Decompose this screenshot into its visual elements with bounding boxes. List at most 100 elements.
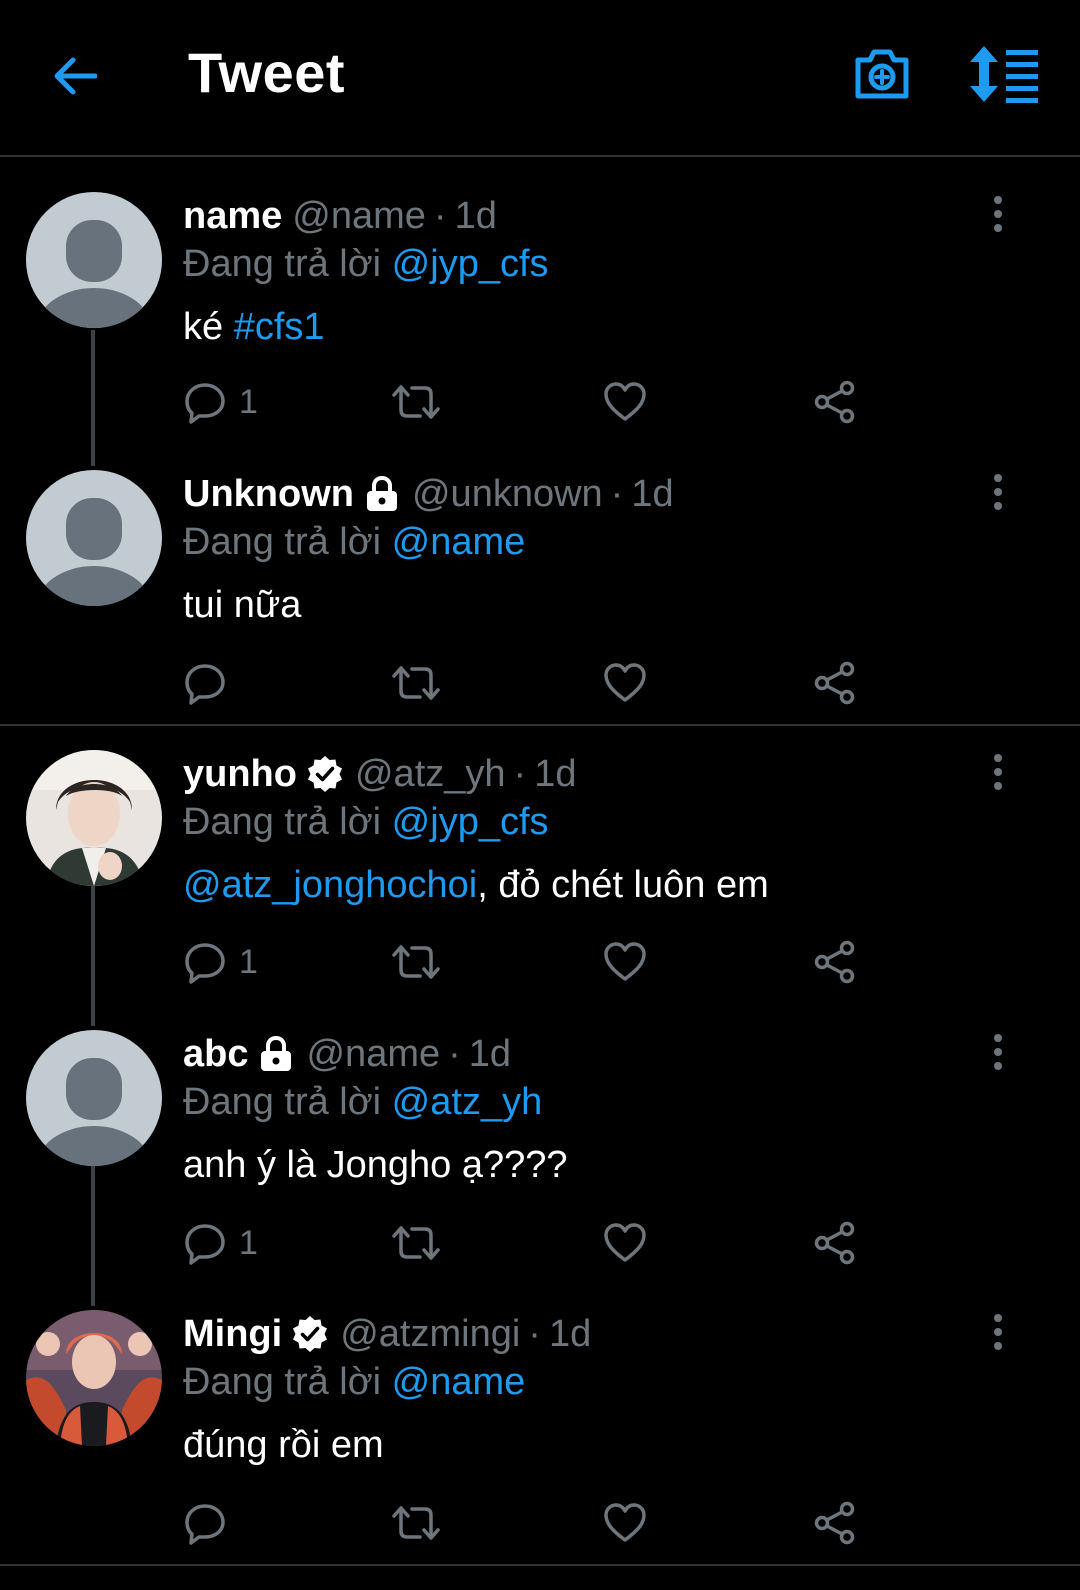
replying-to: Đang trả lời @jyp_cfs xyxy=(183,798,990,846)
profile-photo xyxy=(26,1310,162,1446)
tweet-body: ké xyxy=(183,306,234,348)
more-vertical-icon xyxy=(994,474,1002,510)
share-button[interactable] xyxy=(813,658,857,708)
share-button[interactable] xyxy=(813,937,857,987)
tweet-actions xyxy=(183,1498,883,1548)
avatar[interactable] xyxy=(26,470,162,606)
share-button[interactable] xyxy=(813,1218,857,1268)
tweet-text: anh ý là Jongho ạ???? xyxy=(183,1144,568,1186)
like-button[interactable] xyxy=(603,937,647,987)
more-options-button[interactable] xyxy=(980,1032,1016,1072)
reply-mention[interactable]: @atz_yh xyxy=(392,1081,543,1123)
author-handle: @unknown xyxy=(411,473,603,515)
reply-mention[interactable]: @name xyxy=(392,1361,526,1403)
heart-icon xyxy=(604,942,646,981)
separator-dot: · xyxy=(513,753,527,795)
back-button[interactable] xyxy=(46,48,102,104)
heart-icon xyxy=(604,382,646,421)
author-name[interactable]: Unknown xyxy=(183,470,354,518)
author-name[interactable]: abc xyxy=(183,1030,248,1078)
author-name[interactable]: Mingi xyxy=(183,1310,282,1358)
retweet-button[interactable] xyxy=(390,1218,442,1268)
timestamp[interactable]: 1d xyxy=(455,192,497,240)
share-icon xyxy=(814,1501,855,1545)
retweet-button[interactable] xyxy=(390,658,442,708)
reply-mention[interactable]: @name xyxy=(392,521,526,563)
tweet[interactable]: Mingi @atzmingi · 1d Đang trả lời @name … xyxy=(0,1310,1080,1590)
tweet-text: @atz_jonghochoi, đỏ chét luôn em xyxy=(183,860,990,910)
timestamp[interactable]: 1d xyxy=(534,750,576,798)
timestamp[interactable]: 1d xyxy=(631,470,673,518)
more-options-button[interactable] xyxy=(980,752,1016,792)
avatar[interactable] xyxy=(26,192,162,328)
tweet-text: đúng rồi em xyxy=(183,1424,384,1466)
top-app-bar: Tweet xyxy=(0,0,1080,157)
share-icon xyxy=(814,661,855,705)
more-options-button[interactable] xyxy=(980,194,1016,234)
verified-badge xyxy=(305,754,345,794)
separator-dot: · xyxy=(433,195,447,237)
reply-button[interactable] xyxy=(183,1498,239,1548)
camera-button[interactable] xyxy=(852,44,912,104)
tweet[interactable]: abc @name · 1d Đang trả lời @atz_yh anh … xyxy=(0,1030,1080,1310)
timestamp[interactable]: 1d xyxy=(549,1310,591,1358)
tweet-body: , đỏ chét luôn em xyxy=(477,864,769,906)
author-name[interactable]: name xyxy=(183,192,282,240)
separator-dot: · xyxy=(528,1313,541,1355)
replying-to: Đang trả lời @name xyxy=(183,1358,990,1406)
lock-icon xyxy=(261,1035,292,1071)
reply-button[interactable]: 1 xyxy=(183,1218,258,1268)
more-options-button[interactable] xyxy=(980,472,1016,512)
share-button[interactable] xyxy=(813,377,857,427)
separator-dot: · xyxy=(448,1033,461,1075)
reply-count: 1 xyxy=(239,382,258,421)
profile-photo xyxy=(26,750,162,886)
reply-button[interactable]: 1 xyxy=(183,377,258,427)
protected-badge xyxy=(362,474,402,514)
camera-plus-icon xyxy=(855,49,909,99)
retweet-button[interactable] xyxy=(390,377,442,427)
author-handle: @name xyxy=(306,1033,441,1075)
hashtag-link[interactable]: #cfs1 xyxy=(234,306,325,348)
avatar[interactable] xyxy=(26,1030,162,1166)
default-avatar-icon xyxy=(26,192,162,328)
like-button[interactable] xyxy=(603,1218,647,1268)
reply-icon xyxy=(185,943,225,984)
retweet-button[interactable] xyxy=(390,937,442,987)
tweet[interactable]: name @name · 1d Đang trả lời @jyp_cfs ké… xyxy=(0,192,1080,472)
like-button[interactable] xyxy=(603,658,647,708)
default-avatar-icon xyxy=(26,1030,162,1166)
tweet[interactable]: yunho @atz_yh · 1d Đang trả lời @jyp_cfs… xyxy=(0,750,1080,1030)
reply-count: 1 xyxy=(239,1223,258,1262)
like-button[interactable] xyxy=(603,1498,647,1548)
more-vertical-icon xyxy=(994,754,1002,790)
reply-prefix: Đang trả lời xyxy=(183,801,382,843)
reply-mention[interactable]: @jyp_cfs xyxy=(392,243,549,285)
reply-icon xyxy=(185,1224,225,1265)
sort-button[interactable] xyxy=(968,44,1042,104)
reply-button[interactable] xyxy=(183,658,239,708)
share-button[interactable] xyxy=(813,1498,857,1548)
author-handle: @name xyxy=(292,195,426,237)
lock-icon xyxy=(366,475,397,511)
user-mention-link[interactable]: @atz_jonghochoi xyxy=(183,864,477,906)
more-vertical-icon xyxy=(994,1034,1002,1070)
reply-count: 1 xyxy=(239,942,258,981)
tweet[interactable]: Unknown @unknown · 1d Đang trả lời @name… xyxy=(0,470,1080,750)
reply-icon xyxy=(185,383,225,424)
like-button[interactable] xyxy=(603,377,647,427)
avatar[interactable] xyxy=(26,750,162,886)
timestamp[interactable]: 1d xyxy=(469,1030,511,1078)
retweet-icon xyxy=(392,666,440,700)
reply-mention[interactable]: @jyp_cfs xyxy=(392,801,549,843)
separator-dot: · xyxy=(610,473,624,515)
share-icon xyxy=(814,940,855,984)
retweet-button[interactable] xyxy=(390,1498,442,1548)
author-name[interactable]: yunho xyxy=(183,750,297,798)
tweet-text: ké #cfs1 xyxy=(183,302,990,352)
tweet-actions: 1 xyxy=(183,377,883,427)
avatar[interactable] xyxy=(26,1310,162,1446)
more-vertical-icon xyxy=(994,196,1002,232)
more-options-button[interactable] xyxy=(980,1312,1016,1352)
reply-button[interactable]: 1 xyxy=(183,937,258,987)
